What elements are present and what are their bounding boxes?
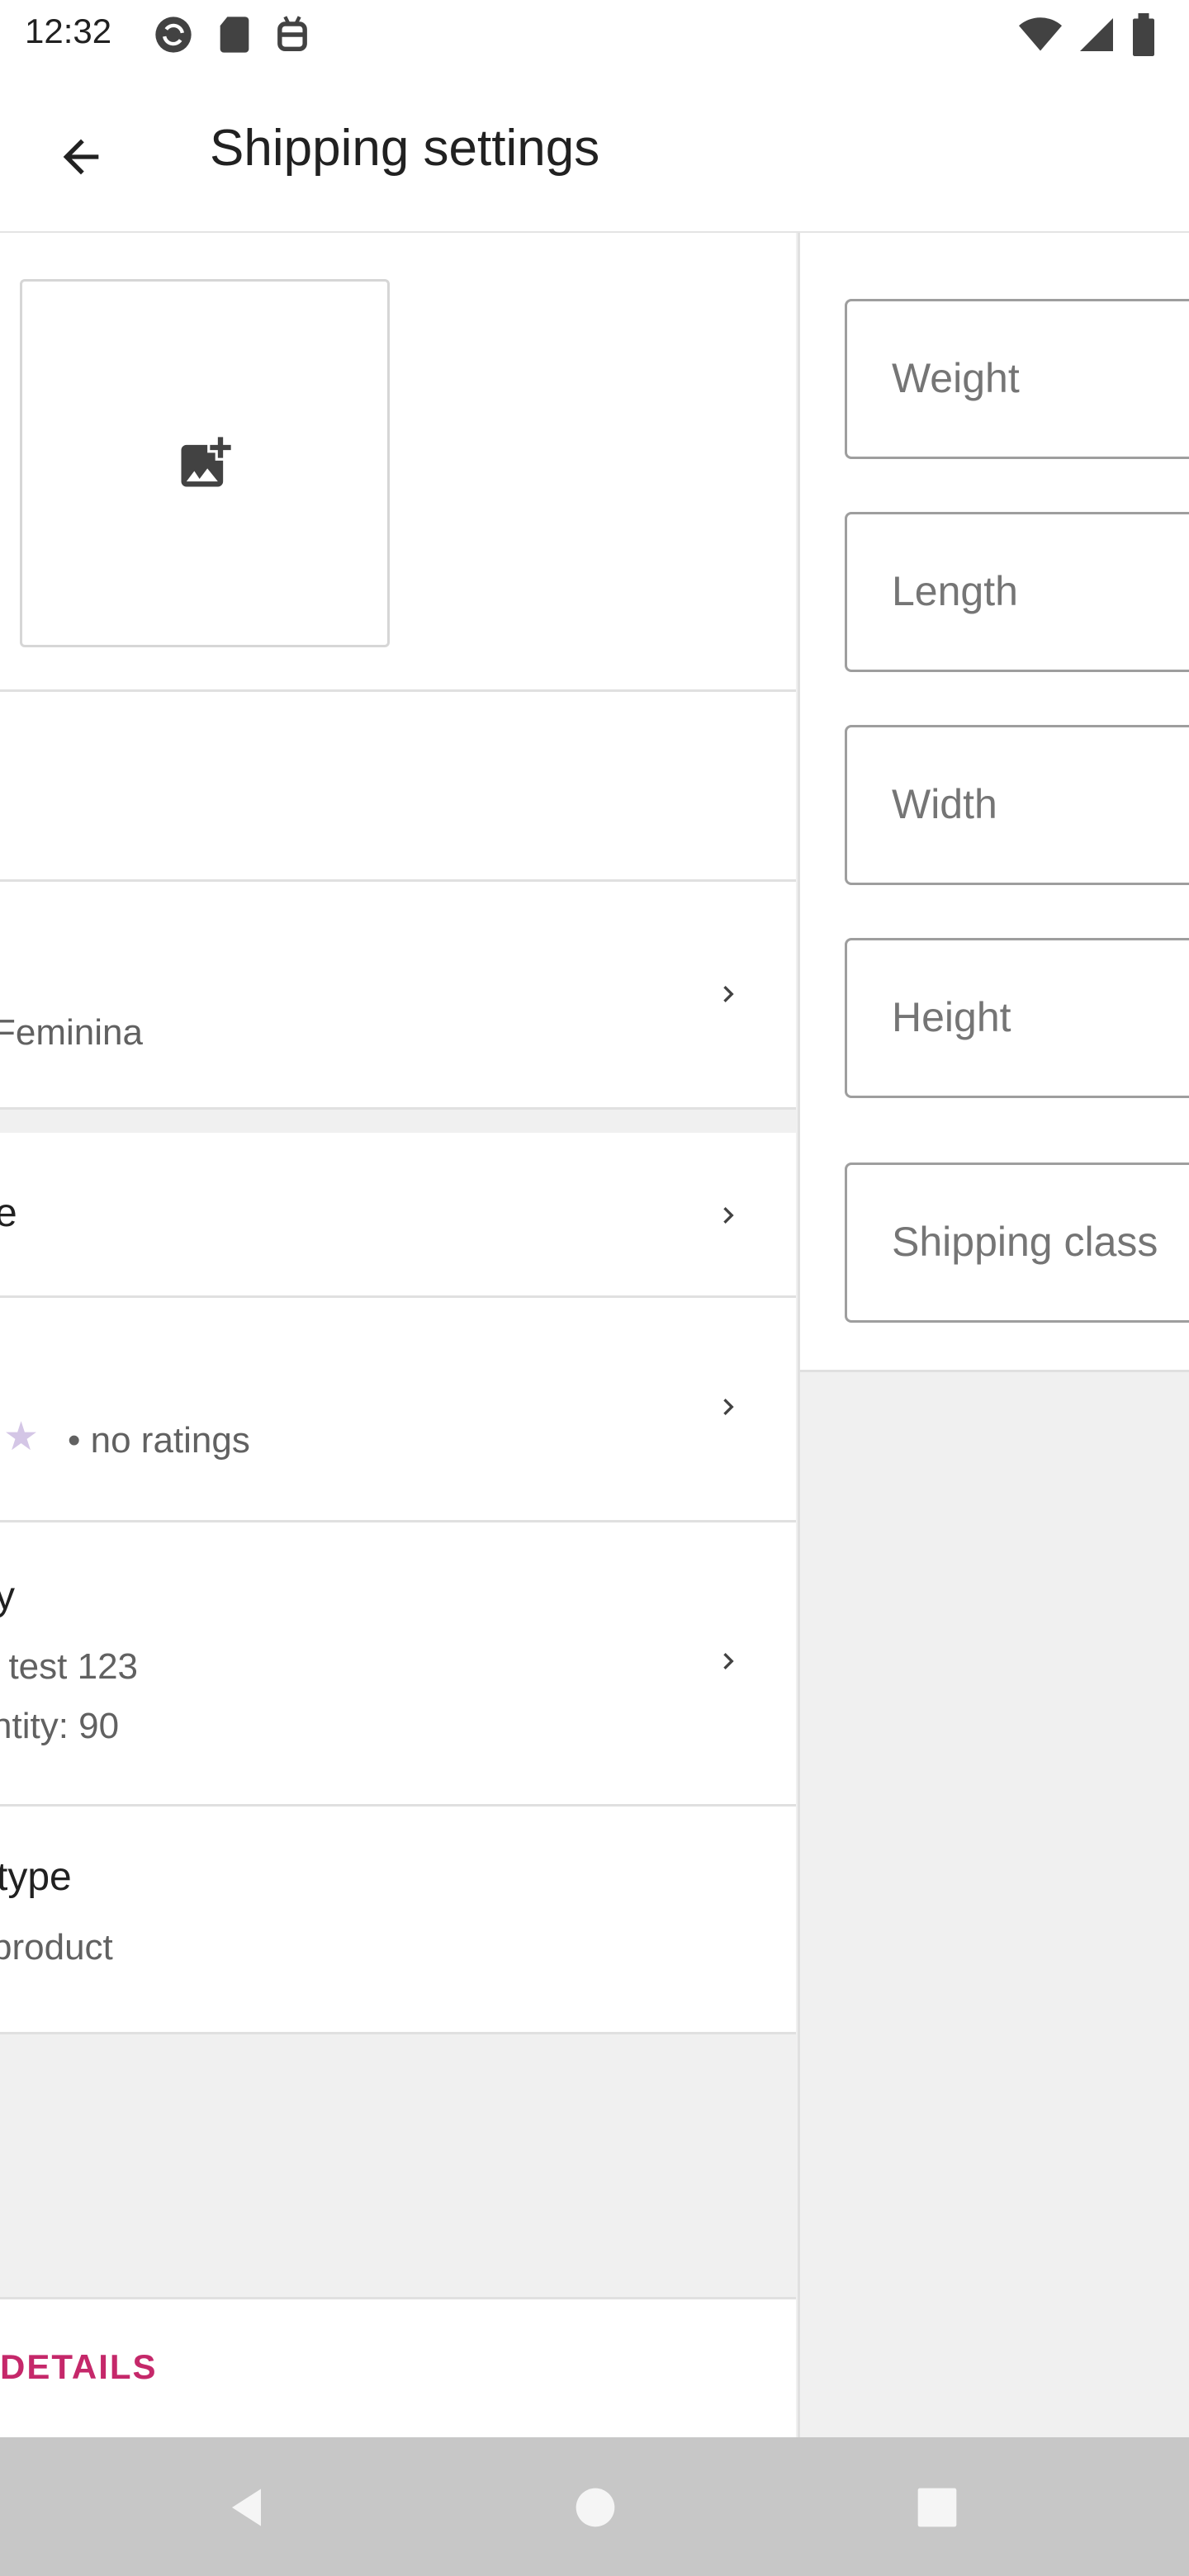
inventory-title: y <box>0 1574 15 1618</box>
product-image-section <box>0 233 796 692</box>
category-value: Feminina <box>0 1012 143 1053</box>
inventory-row[interactable]: y : test 123 ntity: 90 <box>0 1522 796 1807</box>
back-button[interactable] <box>41 117 121 197</box>
inventory-sku: : test 123 <box>0 1646 139 1687</box>
sd-card-icon <box>220 17 249 53</box>
price-row[interactable]: e <box>0 1133 796 1298</box>
nav-home-button[interactable] <box>550 2462 641 2553</box>
product-type-row[interactable]: type product <box>0 1807 796 2034</box>
shipping-settings-panel: Weight Length Width Height Shipping clas… <box>798 233 1189 2437</box>
chevron-right-icon <box>723 986 734 1002</box>
page-title: Shipping settings <box>210 120 600 177</box>
price-label: e <box>0 1191 17 1235</box>
chevron-right-icon <box>723 1653 734 1669</box>
reviews-row[interactable]: ★ • no ratings <box>0 1298 796 1522</box>
triangle-back-icon <box>232 2488 261 2526</box>
battery-icon <box>1133 13 1154 56</box>
product-title-row[interactable] <box>0 692 796 882</box>
add-image-button[interactable] <box>20 279 390 647</box>
shipping-fields: Weight Length Width Height Shipping clas… <box>800 233 1189 1372</box>
width-label: Width <box>892 781 997 827</box>
shipping-class-field[interactable]: Shipping class <box>845 1163 1189 1323</box>
nav-recents-button[interactable] <box>892 2462 983 2553</box>
weight-field[interactable]: Weight <box>845 299 1189 459</box>
inventory-quantity: ntity: 90 <box>0 1706 120 1746</box>
status-bar: 12:32 <box>0 0 1189 69</box>
chevron-right-icon <box>723 1207 734 1224</box>
system-nav-bar <box>0 2437 1189 2576</box>
product-type-title: type <box>0 1855 72 1899</box>
product-type-value: product <box>0 1927 113 1968</box>
signal-icon <box>1080 18 1113 51</box>
status-time: 12:32 <box>25 12 112 50</box>
sync-icon <box>155 17 192 53</box>
square-recents-icon <box>917 2488 957 2527</box>
circle-home-icon <box>576 2488 615 2527</box>
product-detail-panel: Feminina e ★ • no ratings y : test 123 n… <box>0 233 796 2437</box>
status-icons-right <box>1019 13 1156 56</box>
add-photo-icon <box>181 437 231 487</box>
status-icons-left <box>152 13 310 56</box>
width-field[interactable]: Width <box>845 725 1189 885</box>
height-label: Height <box>892 994 1011 1040</box>
length-field[interactable]: Length <box>845 512 1189 672</box>
weight-label: Weight <box>892 355 1020 401</box>
arrow-back-icon <box>63 139 99 175</box>
wifi-icon <box>1019 17 1062 51</box>
chevron-right-icon <box>723 1399 734 1415</box>
reviews-text: • no ratings <box>68 1420 250 1461</box>
android-icon <box>277 16 307 52</box>
categories-row[interactable]: Feminina <box>0 882 796 1110</box>
view-details-row[interactable]: DETAILS <box>0 2297 796 2437</box>
height-field[interactable]: Height <box>845 938 1189 1098</box>
length-label: Length <box>892 568 1018 614</box>
app-bar: Shipping settings <box>0 69 1189 233</box>
nav-back-button[interactable] <box>203 2462 294 2553</box>
star-icon: ★ <box>3 1415 40 1459</box>
view-details-link[interactable]: DETAILS <box>0 2347 158 2387</box>
shipping-class-label: Shipping class <box>892 1219 1158 1265</box>
